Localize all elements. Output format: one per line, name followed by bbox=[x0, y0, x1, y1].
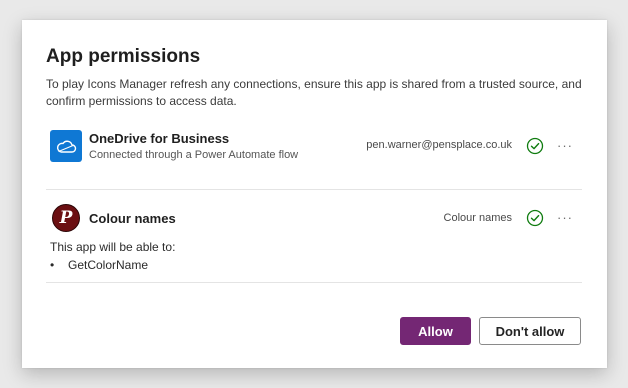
connection-subtitle: Connected through a Power Automate flow bbox=[89, 149, 299, 161]
connection-name: OneDrive for Business bbox=[89, 131, 230, 146]
divider bbox=[46, 282, 582, 283]
check-circle-icon bbox=[526, 209, 544, 227]
dialog-description: To play Icons Manager refresh any connec… bbox=[46, 77, 582, 108]
permissions-dialog: App permissions To play Icons Manager re… bbox=[22, 20, 607, 368]
check-circle-icon bbox=[526, 137, 544, 155]
bullet-icon: • bbox=[50, 258, 55, 272]
more-options-icon[interactable]: ··· bbox=[557, 138, 573, 153]
connection-row-onedrive: OneDrive for Business Connected through … bbox=[46, 130, 582, 164]
connection-row-colour-names: P Colour names Colour names ··· bbox=[46, 204, 582, 236]
dialog-title: App permissions bbox=[46, 46, 201, 67]
onedrive-cloud-icon bbox=[50, 130, 82, 162]
connection-account: Colour names bbox=[443, 212, 512, 224]
allow-button[interactable]: Allow bbox=[400, 317, 471, 345]
colour-names-logo-icon: P bbox=[52, 204, 80, 232]
permission-item: • GetColorName bbox=[50, 258, 148, 272]
divider bbox=[46, 189, 582, 190]
permission-label: GetColorName bbox=[68, 258, 149, 272]
connection-account: pen.warner@pensplace.co.uk bbox=[366, 139, 512, 151]
permissions-intro: This app will be able to: bbox=[50, 240, 176, 254]
more-options-icon[interactable]: ··· bbox=[557, 210, 573, 225]
dont-allow-button[interactable]: Don't allow bbox=[479, 317, 581, 345]
connection-name: Colour names bbox=[89, 211, 176, 226]
